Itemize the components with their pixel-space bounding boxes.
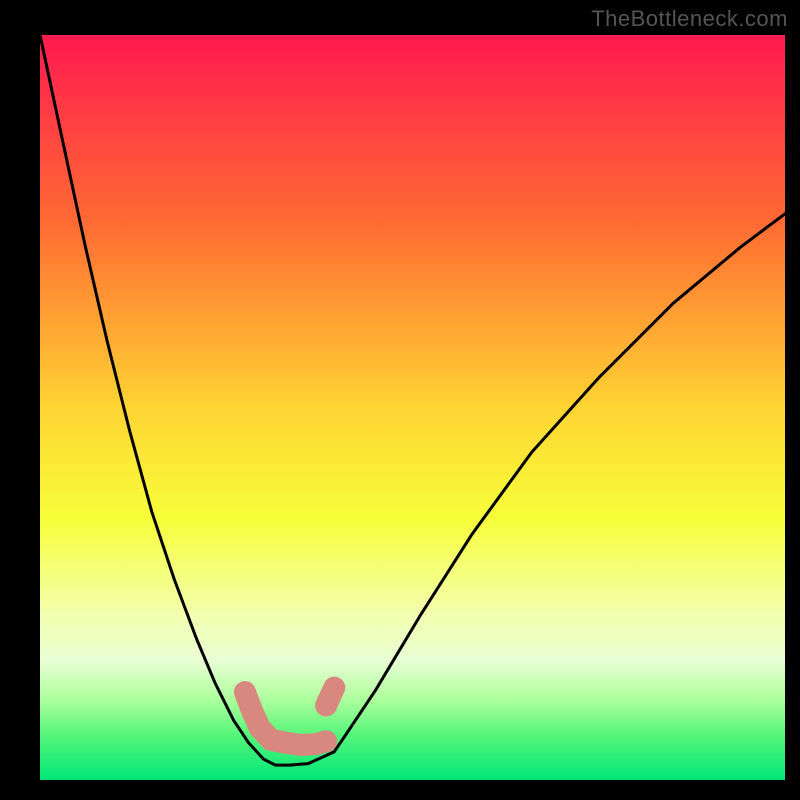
- chart-container: { "watermark": "TheBottleneck.com", "cha…: [0, 0, 800, 800]
- marker-right-dot: [324, 678, 344, 698]
- plot-background: [40, 35, 785, 780]
- watermark-text: TheBottleneck.com: [591, 6, 788, 32]
- marker-left-dot: [235, 682, 255, 702]
- highlight-bottom-arc: [286, 741, 326, 745]
- bottleneck-chart: [0, 0, 800, 800]
